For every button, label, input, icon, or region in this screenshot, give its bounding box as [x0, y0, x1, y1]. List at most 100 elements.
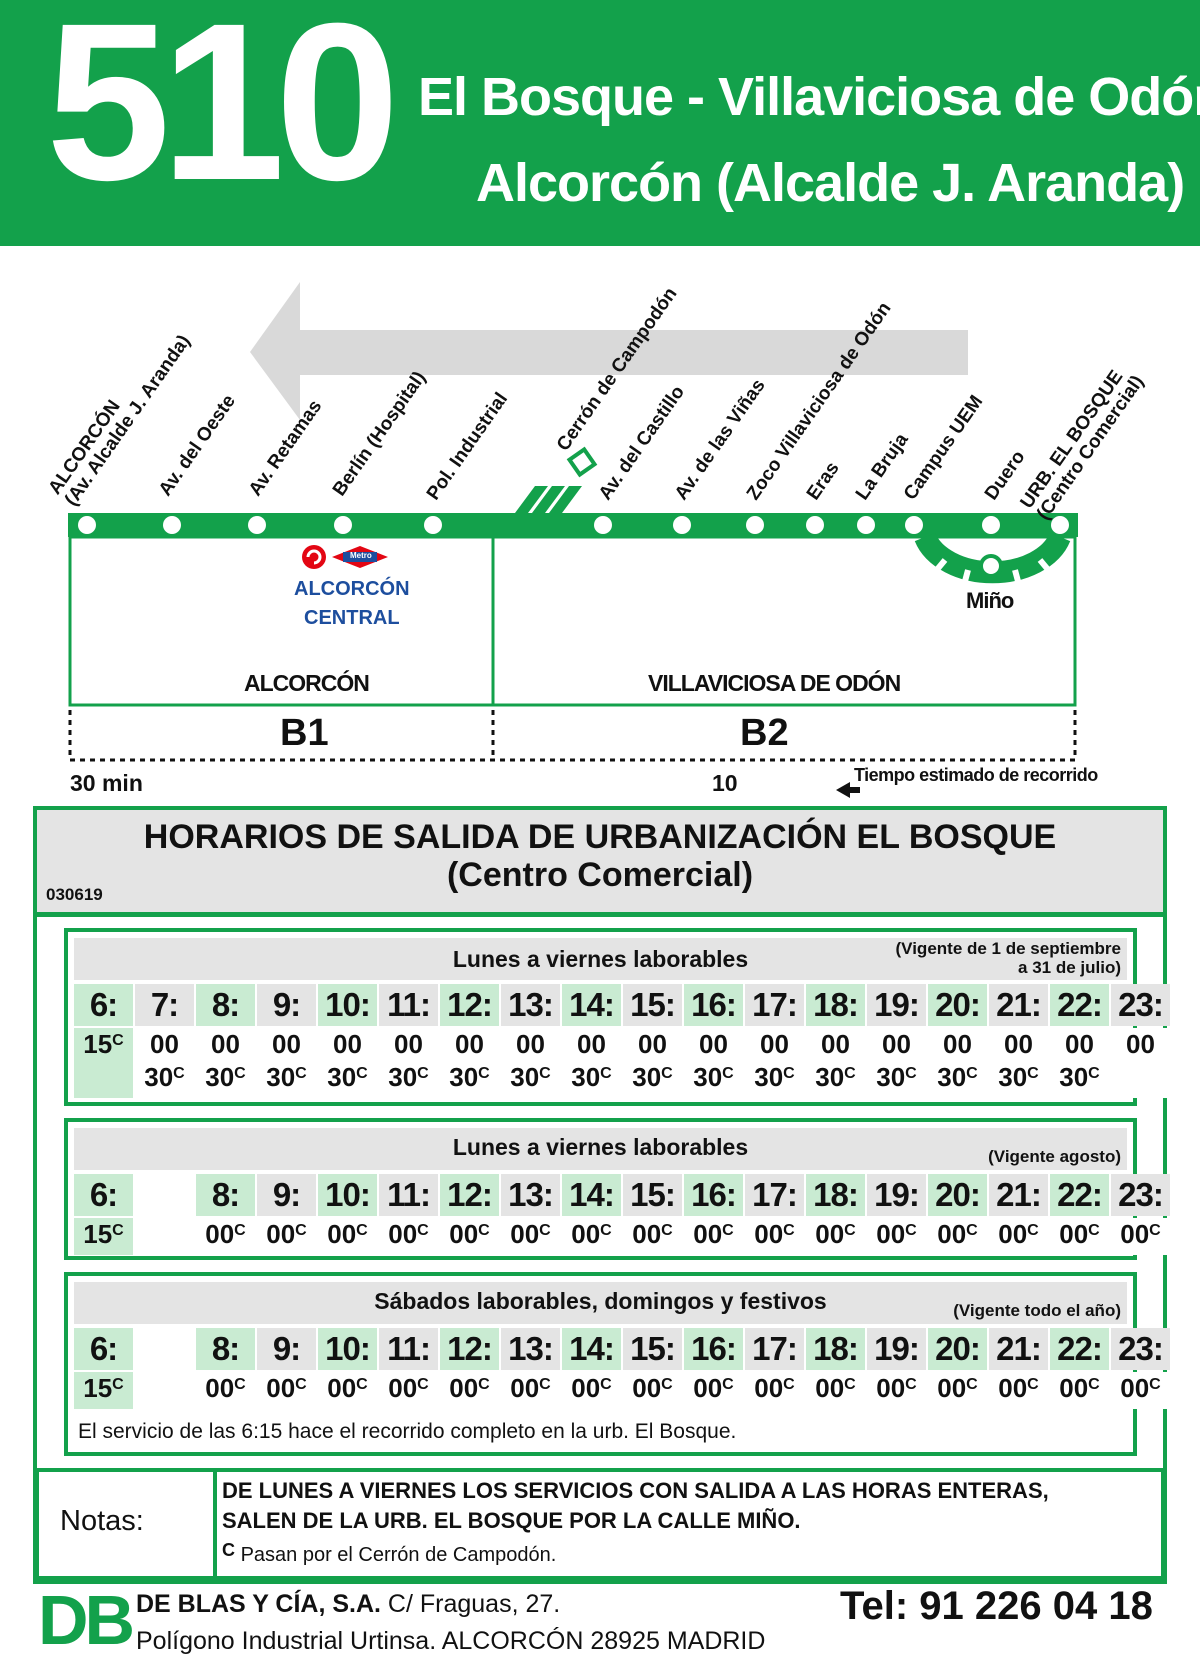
minutes-cell: 00C	[806, 1372, 865, 1409]
hour-cell: 11:	[379, 1328, 438, 1370]
hour-cell: 15:	[623, 1174, 682, 1216]
minutes-cell: 00C	[196, 1218, 255, 1255]
mino-loop-icon	[914, 532, 1071, 586]
notes-footnote: C Pasan por el Cerrón de Campodón.	[222, 1540, 557, 1566]
schedule-subtitle: (Centro Comercial)	[446, 856, 754, 894]
timetable-validity: (Vigente de 1 de septiembre a 31 de julio…	[895, 939, 1121, 977]
hour-cell: 23:	[1111, 1328, 1170, 1370]
hour-cell: 20:	[928, 1328, 987, 1370]
stop-dot	[78, 516, 96, 534]
travel-time-b1: 30 min	[70, 770, 143, 796]
hour-cell: 22:	[1050, 984, 1109, 1026]
hour-cell: 14:	[562, 984, 621, 1026]
hour-row: 6: 8: 9: 10: 11: 12: 13: 14: 15: 16: 17: 18: 19: 20: 2…	[74, 1174, 1172, 1216]
stop-dot	[334, 516, 352, 534]
minutes-cell: 00C	[684, 1218, 743, 1255]
hour-cell: 22:	[1050, 1174, 1109, 1216]
company-address: Polígono Industrial Urtinsa. ALCORCÓN 28…	[136, 1627, 766, 1655]
minutes-row: 15C 00C 00C 00C 00C 00C 00C 00C 00C 00C 00C 00C 00C 0…	[74, 1372, 1172, 1409]
hour-row: 6: 7: 8: 9: 10: 11: 12: 13: 14: 15: 16: 17: 18: 19: 20…	[74, 984, 1172, 1026]
stop-dot	[424, 516, 442, 534]
minutes-cell: 00C	[501, 1218, 560, 1255]
notes-line2: SALEN DE LA URB. EL BOSQUE POR LA CALLE …	[222, 1508, 801, 1533]
minutes-cell: 00C	[623, 1218, 682, 1255]
timetable-august: Lunes a viernes laborables (Vigente agos…	[64, 1118, 1170, 1260]
timetable-weekends: Sábados laborables, domingos y festivos …	[64, 1272, 1170, 1456]
hour-cell	[135, 1174, 194, 1216]
metro-badge: Metro	[350, 551, 372, 560]
minutes-cell: 15C	[74, 1028, 133, 1098]
route-line	[68, 513, 1078, 537]
minutes-cell: 00C	[501, 1372, 560, 1409]
minutes-cell: 15C	[74, 1372, 133, 1409]
minutes-cell: 00	[1111, 1028, 1170, 1098]
hour-cell: 17:	[745, 1174, 804, 1216]
minutes-cell: 00C	[257, 1372, 316, 1409]
hour-cell: 12:	[440, 1328, 499, 1370]
minutes-cell: 00C	[867, 1218, 926, 1255]
minutes-cell: 00 30C	[928, 1028, 987, 1098]
hour-cell: 16:	[684, 984, 743, 1026]
hour-cell: 6:	[74, 1174, 133, 1216]
hour-cell: 14:	[562, 1328, 621, 1370]
schedule-title: HORARIOS DE SALIDA DE URBANIZACIÓN EL BO…	[143, 818, 1057, 856]
hour-cell: 11:	[379, 1174, 438, 1216]
stop-dot	[673, 516, 691, 534]
notes-label: Notas:	[60, 1505, 144, 1537]
cerron-branch-icon	[515, 446, 598, 513]
hour-cell: 13:	[501, 1328, 560, 1370]
travel-time-note: Tiempo estimado de recorrido	[854, 765, 1098, 785]
stop-dot	[163, 516, 181, 534]
minutes-cell: 00C	[318, 1218, 377, 1255]
hour-cell: 13:	[501, 984, 560, 1026]
minutes-cell: 00C	[379, 1218, 438, 1255]
hour-cell: 8:	[196, 1328, 255, 1370]
minutes-cell: 00 30C	[135, 1028, 194, 1098]
company-logo: DB	[38, 1581, 135, 1659]
renfe-icon	[302, 545, 326, 569]
timetable-title: Lunes a viernes laborables	[452, 1134, 749, 1160]
stop-dot	[248, 516, 266, 534]
hour-cell	[135, 1328, 194, 1370]
timetable-validity: (Vigente todo el año)	[953, 1301, 1121, 1320]
service-footnote: El servicio de las 6:15 hace el recorrid…	[78, 1420, 737, 1443]
minutes-cell: 00 30C	[562, 1028, 621, 1098]
minutes-cell: 00C	[1050, 1372, 1109, 1409]
minutes-cell: 00C	[318, 1372, 377, 1409]
hour-cell: 18:	[806, 1328, 865, 1370]
fare-zone-b2: B2	[740, 712, 789, 754]
minutes-cell: 00C	[440, 1218, 499, 1255]
stop-dot	[905, 516, 923, 534]
fare-zone-b1: B1	[280, 712, 329, 754]
hour-cell: 11:	[379, 984, 438, 1026]
stop-dot	[857, 516, 875, 534]
hour-cell: 19:	[867, 1174, 926, 1216]
minutes-cell: 00C	[745, 1218, 804, 1255]
minutes-cell: 00C	[1111, 1372, 1170, 1409]
station-label: ALCORCÓN CENTRAL	[294, 578, 410, 629]
minutes-cell: 00C	[1111, 1218, 1170, 1255]
hour-cell: 9:	[257, 1174, 316, 1216]
minutes-cell	[135, 1372, 194, 1409]
minutes-cell: 00C	[562, 1372, 621, 1409]
hour-cell: 9:	[257, 1328, 316, 1370]
hour-cell: 21:	[989, 1174, 1048, 1216]
zone-name-alcorcon: ALCORCÓN	[244, 670, 370, 696]
stop-dot	[806, 516, 824, 534]
hour-cell: 6:	[74, 984, 133, 1026]
minutes-cell: 00C	[928, 1372, 987, 1409]
minutes-cell: 00C	[684, 1372, 743, 1409]
minutes-cell: 00C	[745, 1372, 804, 1409]
minutes-cell: 00 30C	[867, 1028, 926, 1098]
hour-cell: 23:	[1111, 984, 1170, 1026]
hour-cell: 10:	[318, 1328, 377, 1370]
minutes-cell: 00 30C	[745, 1028, 804, 1098]
zone-name-villaviciosa: VILLAVICIOSA DE ODÓN	[648, 670, 901, 696]
minutes-cell: 00 30C	[989, 1028, 1048, 1098]
minutes-cell: 00 30C	[1050, 1028, 1109, 1098]
timetable-validity: (Vigente agosto)	[988, 1147, 1121, 1166]
hour-cell: 12:	[440, 1174, 499, 1216]
hour-cell: 20:	[928, 984, 987, 1026]
minutes-cell: 00C	[928, 1218, 987, 1255]
minutes-cell: 00C	[196, 1372, 255, 1409]
